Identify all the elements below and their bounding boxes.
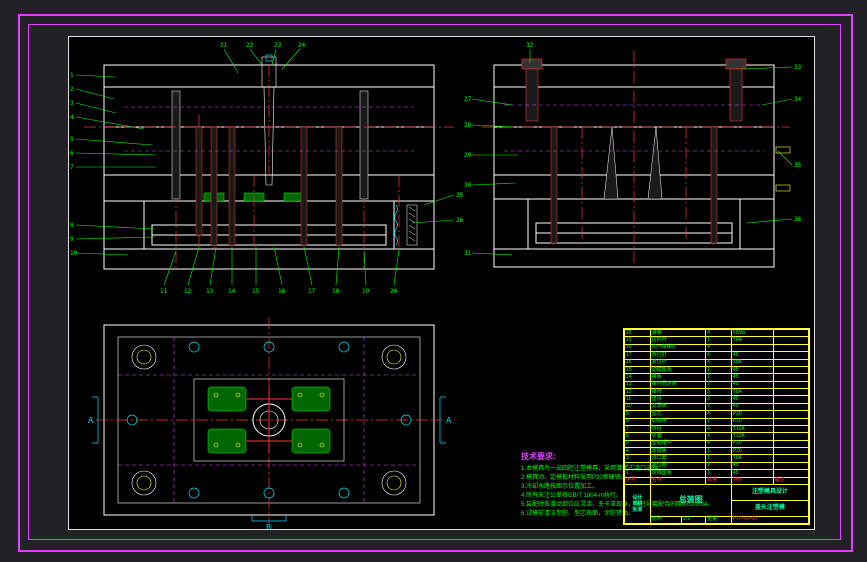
balloon-22: 22 [246,42,254,49]
balloon-2: 2 [70,86,74,93]
balloon-s-28: 28 [464,122,472,129]
subtitle-2: 盖头注塑模 [731,500,808,516]
bom-header-no: 序号 [625,477,651,484]
bom-header-qty: 数量 [706,477,732,484]
balloon-5: 5 [70,136,74,143]
balloon-s-35: 35 [794,162,802,169]
bom-header-name: 名称 [650,477,705,484]
label-weight: 重量 [706,516,732,524]
balloon-8: 8 [70,222,74,229]
balloon-26: 26 [456,217,464,224]
balloon-9: 9 [70,236,74,243]
subtitle-1: 注塑模具设计 [731,484,808,500]
balloon-6: 6 [70,150,74,157]
bom-note [773,330,808,337]
titleblock: 20弹簧465Mn 19拉料杆1T8A 18内六角螺钉4 17限位钉445 16… [623,328,810,525]
balloon-23: 23 [274,42,282,49]
balloon-s-34: 34 [794,96,802,103]
value-scale: 1:1 [682,516,706,524]
label-scale: 比例 [650,516,681,524]
view-plan: A A B [88,317,452,529]
section-mark-a-left: A [88,416,94,425]
balloon-21: 21 [220,42,228,49]
balloon-13: 13 [206,288,214,295]
view-front-section: 1 2 3 4 5 6 7 8 9 10 11 12 13 14 15 16 [70,42,464,295]
bom-header-note: 备注 [773,477,808,484]
balloon-19: 19 [362,288,370,295]
bom-mat: 65Mn [731,330,773,337]
balloon-s-33: 33 [794,64,802,71]
balloon-3: 3 [70,100,74,107]
balloon-s-27: 27 [464,96,472,103]
view-side-section: 27 28 29 30 31 32 33 34 35 36 [464,42,802,271]
drawing-code: PTP-00-00 [731,516,808,524]
section-mark-a-right: A [446,416,452,425]
balloon-10: 10 [70,250,78,257]
balloon-12: 12 [184,288,192,295]
balloon-11: 11 [160,288,168,295]
balloon-24: 24 [298,42,306,49]
balloon-14: 14 [228,288,236,295]
balloon-25: 25 [456,192,464,199]
balloon-18: 18 [332,288,340,295]
balloon-s-31: 31 [464,250,472,257]
bom-header-mat: 材料 [731,477,773,484]
balloon-s-32: 32 [526,42,534,49]
balloon-4: 4 [70,114,74,121]
label-approver: 批准 [632,507,642,513]
balloon-15: 15 [252,288,260,295]
bom-n: 20 [625,330,651,337]
drawing-title: 总装图 [650,484,731,516]
balloon-1: 1 [70,72,74,79]
balloon-s-36: 36 [794,216,802,223]
balloon-17: 17 [308,288,316,295]
balloon-s-29: 29 [464,152,472,159]
bom-name: 弹簧 [650,330,705,337]
balloon-7: 7 [70,164,74,171]
section-mark-b: B [266,523,271,529]
balloon-16: 16 [278,288,286,295]
drawing-frame: 1 2 3 4 5 6 7 8 9 10 11 12 13 14 15 16 [68,36,815,530]
balloon-s-30: 30 [464,182,472,189]
balloon-20: 20 [390,288,398,295]
bom-qty: 4 [706,330,732,337]
